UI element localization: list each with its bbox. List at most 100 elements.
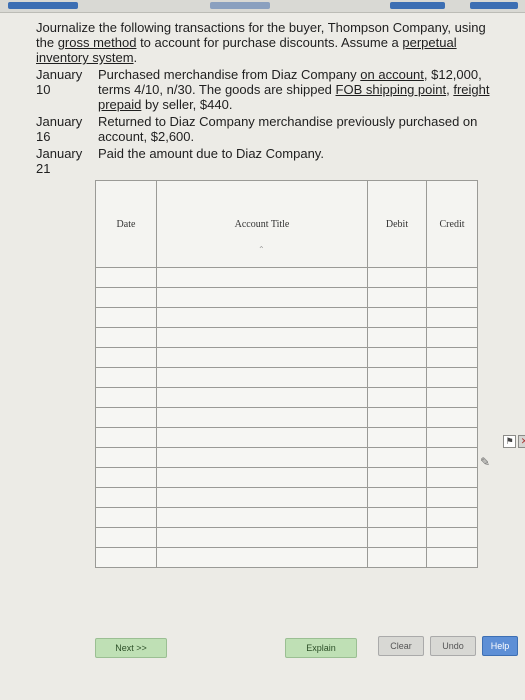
date-cell[interactable] [95,367,157,388]
date-cell[interactable] [95,267,157,288]
gross-method-link[interactable]: gross method [58,35,137,50]
transaction-description: Purchased merchandise from Diaz Company … [98,67,490,112]
debit-cell[interactable] [367,407,427,428]
undo-button[interactable]: Undo [430,636,476,656]
credit-cell[interactable] [426,387,478,408]
transaction-date: January 16 [36,114,83,144]
date-cell[interactable] [95,467,157,488]
journal-rows [95,267,478,568]
debit-cell[interactable] [367,427,427,448]
tab-indicator[interactable] [8,2,78,9]
journal-row [95,347,478,368]
debit-cell[interactable] [367,367,427,388]
next-button[interactable]: Next >> [95,638,167,658]
account-title-column-header: Account Title [156,180,368,268]
credit-cell[interactable] [426,347,478,368]
date-cell[interactable] [95,327,157,348]
date-cell[interactable] [95,447,157,468]
date-cell[interactable] [95,427,157,448]
credit-cell[interactable] [426,327,478,348]
date-cell[interactable] [95,507,157,528]
cursor-icon: ⌃ [258,245,265,254]
date-cell[interactable] [95,307,157,328]
debit-cell[interactable] [367,507,427,528]
debit-cell[interactable] [367,467,427,488]
transaction-description: Paid the amount due to Diaz Company. [98,146,324,161]
debit-column-header: Debit [367,180,427,268]
journal-row [95,447,478,468]
credit-cell[interactable] [426,287,478,308]
journal-row [95,507,478,528]
credit-cell[interactable] [426,527,478,548]
transaction-jan-10: January 10 Purchased merchandise from Di… [36,67,506,112]
credit-cell[interactable] [426,507,478,528]
reference-icon[interactable]: ⚑ [503,435,516,448]
debit-cell[interactable] [367,387,427,408]
credit-cell[interactable] [426,547,478,568]
journal-row [95,327,478,348]
problem-instructions: Journalize the following transactions fo… [36,20,506,176]
debit-cell[interactable] [367,267,427,288]
pencil-cursor-icon: ✎ [480,455,491,469]
account-title-cell[interactable] [156,327,368,348]
account-title-cell[interactable] [156,507,368,528]
credit-cell[interactable] [426,467,478,488]
account-title-cell[interactable] [156,407,368,428]
debit-cell[interactable] [367,287,427,308]
account-title-cell[interactable] [156,287,368,308]
account-title-cell[interactable] [156,367,368,388]
credit-column-header: Credit [426,180,478,268]
account-title-cell[interactable] [156,307,368,328]
account-title-cell[interactable] [156,527,368,548]
tab-indicator[interactable] [470,2,518,9]
debit-cell[interactable] [367,307,427,328]
credit-cell[interactable] [426,267,478,288]
help-button[interactable]: Help [482,636,518,656]
journal-row [95,527,478,548]
journal-row [95,387,478,408]
date-cell[interactable] [95,287,157,308]
account-title-cell[interactable] [156,547,368,568]
date-cell[interactable] [95,407,157,428]
credit-cell[interactable] [426,447,478,468]
close-icon[interactable]: ✕ [518,435,525,448]
tab-indicator[interactable] [210,2,270,9]
account-title-cell[interactable] [156,347,368,368]
fob-shipping-point-link[interactable]: FOB shipping point [336,82,447,97]
tab-indicator[interactable] [390,2,445,9]
date-cell[interactable] [95,387,157,408]
debit-cell[interactable] [367,527,427,548]
journal-row [95,287,478,308]
date-cell[interactable] [95,347,157,368]
debit-cell[interactable] [367,327,427,348]
credit-cell[interactable] [426,307,478,328]
credit-cell[interactable] [426,407,478,428]
debit-cell[interactable] [367,347,427,368]
account-title-cell[interactable] [156,427,368,448]
credit-cell[interactable] [426,367,478,388]
date-cell[interactable] [95,547,157,568]
date-cell[interactable] [95,487,157,508]
debit-cell[interactable] [367,447,427,468]
journal-row [95,487,478,508]
account-title-cell[interactable] [156,467,368,488]
clear-button[interactable]: Clear [378,636,424,656]
debit-cell[interactable] [367,487,427,508]
debit-cell[interactable] [367,547,427,568]
date-column-header: Date [95,180,157,268]
browser-tab-bar [0,0,525,13]
instructions-intro: Journalize the following transactions fo… [36,20,486,65]
account-title-cell[interactable] [156,387,368,408]
credit-cell[interactable] [426,487,478,508]
transaction-jan-16: January 16 Returned to Diaz Company merc… [36,114,506,144]
account-title-cell[interactable] [156,267,368,288]
cell-tools: ⚑ ✕ [503,435,525,448]
journal-row [95,367,478,388]
credit-cell[interactable] [426,427,478,448]
account-title-cell[interactable] [156,447,368,468]
on-account-link[interactable]: on account [360,67,424,82]
date-cell[interactable] [95,527,157,548]
transaction-jan-21: January 21 Paid the amount due to Diaz C… [36,146,506,176]
explain-button[interactable]: Explain [285,638,357,658]
account-title-cell[interactable] [156,487,368,508]
